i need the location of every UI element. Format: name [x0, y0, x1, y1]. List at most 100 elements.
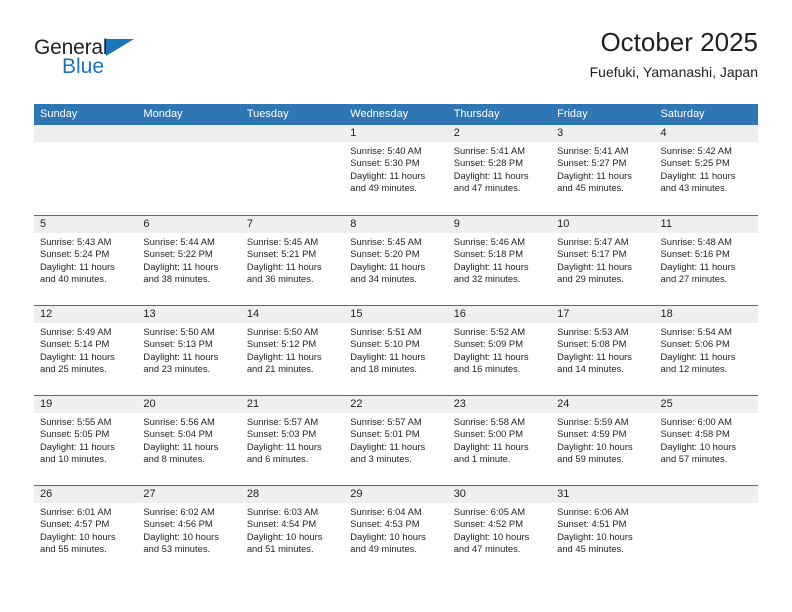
- title-block: October 2025 Fuefuki, Yamanashi, Japan: [590, 26, 758, 82]
- sunset-time: Sunset: 5:27 PM: [557, 157, 627, 169]
- day-details: Sunrise: 5:55 AM Sunset: 5:05 PM Daylight:…: [34, 413, 137, 466]
- calendar-day-cell[interactable]: 6 Sunrise: 5:44 AM Sunset: 5:22 PM Daylight…: [137, 216, 241, 305]
- day-details: Sunrise: 5:53 AM Sunset: 5:08 PM Daylight:…: [551, 323, 654, 376]
- daylight-duration-line1: Daylight: 10 hours: [143, 530, 219, 542]
- sunrise-time: Sunrise: 5:48 AM: [660, 236, 732, 247]
- day-details: Sunrise: 5:43 AM Sunset: 5:24 PM Daylight:…: [34, 233, 137, 286]
- day-number: 4: [654, 125, 758, 142]
- day-details: Sunrise: 5:41 AM Sunset: 5:27 PM Daylight:…: [551, 142, 654, 195]
- day-details: Sunrise: 6:00 AM Sunset: 4:58 PM Daylight:…: [655, 413, 758, 466]
- day-number: 23: [447, 396, 552, 413]
- sunrise-time: Sunrise: 5:50 AM: [143, 326, 215, 337]
- general-blue-logo[interactable]: General Blue: [34, 36, 154, 82]
- sunrise-time: Sunrise: 5:52 AM: [453, 326, 526, 337]
- daylight-duration-line1: Daylight: 11 hours: [660, 350, 736, 362]
- calendar-day-cell[interactable]: 7 Sunrise: 5:45 AM Sunset: 5:21 PM Daylight…: [240, 216, 345, 305]
- calendar-day-cell-empty: [34, 125, 138, 215]
- calendar-day-cell[interactable]: 1 Sunrise: 5:40 AM Sunset: 5:30 PM Daylight…: [344, 125, 448, 215]
- daylight-duration-line2: and 38 minutes.: [143, 273, 211, 285]
- daylight-duration-line2: and 18 minutes.: [350, 363, 417, 375]
- calendar-day-cell[interactable]: 9 Sunrise: 5:46 AM Sunset: 5:18 PM Daylight…: [447, 216, 552, 305]
- day-details: Sunrise: 5:50 AM Sunset: 5:12 PM Daylight:…: [241, 323, 344, 376]
- calendar-day-cell[interactable]: 3 Sunrise: 5:41 AM Sunset: 5:27 PM Daylight…: [551, 125, 655, 215]
- day-details: Sunrise: 5:48 AM Sunset: 5:16 PM Daylight:…: [655, 233, 758, 286]
- day-number: [34, 125, 138, 142]
- sunset-time: Sunset: 4:57 PM: [40, 518, 110, 530]
- daylight-duration-line1: Daylight: 10 hours: [557, 530, 633, 542]
- calendar-day-cell[interactable]: 13 Sunrise: 5:50 AM Sunset: 5:13 PM Dayligh…: [137, 306, 241, 395]
- calendar-day-cell[interactable]: 4 Sunrise: 5:42 AM Sunset: 5:25 PM Daylight…: [654, 125, 758, 215]
- calendar-day-cell[interactable]: 28 Sunrise: 6:03 AM Sunset: 4:54 PM Dayligh…: [240, 486, 345, 575]
- day-number: 14: [240, 306, 345, 323]
- calendar-day-cell[interactable]: 27 Sunrise: 6:02 AM Sunset: 4:56 PM Dayligh…: [137, 486, 241, 575]
- sunrise-time: Sunrise: 5:53 AM: [557, 326, 629, 337]
- sunset-time: Sunset: 5:05 PM: [40, 428, 110, 440]
- calendar-day-cell[interactable]: 10 Sunrise: 5:47 AM Sunset: 5:17 PM Dayligh…: [551, 216, 655, 305]
- calendar-day-cell[interactable]: 8 Sunrise: 5:45 AM Sunset: 5:20 PM Daylight…: [344, 216, 448, 305]
- calendar-day-cell[interactable]: 15 Sunrise: 5:51 AM Sunset: 5:10 PM Dayligh…: [344, 306, 448, 395]
- day-details: Sunrise: 6:05 AM Sunset: 4:52 PM Daylight:…: [448, 503, 551, 556]
- sunrise-time: Sunrise: 5:41 AM: [557, 145, 629, 156]
- day-number: 16: [447, 306, 552, 323]
- daylight-duration-line2: and 34 minutes.: [350, 273, 417, 285]
- sunrise-time: Sunrise: 5:40 AM: [350, 145, 422, 156]
- daylight-duration-line1: Daylight: 11 hours: [246, 260, 322, 272]
- calendar-day-cell[interactable]: 24 Sunrise: 5:59 AM Sunset: 4:59 PM Dayligh…: [551, 396, 655, 485]
- sunset-time: Sunset: 5:13 PM: [143, 338, 213, 350]
- calendar-day-cell[interactable]: 30 Sunrise: 6:05 AM Sunset: 4:52 PM Dayligh…: [447, 486, 552, 575]
- daylight-duration-line2: and 47 minutes.: [453, 182, 521, 194]
- calendar-day-cell[interactable]: 14 Sunrise: 5:50 AM Sunset: 5:12 PM Dayligh…: [240, 306, 345, 395]
- day-number: 20: [137, 396, 241, 413]
- calendar-day-cell[interactable]: 17 Sunrise: 5:53 AM Sunset: 5:08 PM Dayligh…: [551, 306, 655, 395]
- calendar-day-cell[interactable]: 12 Sunrise: 5:49 AM Sunset: 5:14 PM Dayligh…: [34, 306, 138, 395]
- sunset-time: Sunset: 5:09 PM: [453, 338, 523, 350]
- day-details: Sunrise: 5:58 AM Sunset: 5:00 PM Daylight:…: [448, 413, 551, 466]
- day-details: Sunrise: 5:57 AM Sunset: 5:01 PM Daylight:…: [344, 413, 447, 466]
- weekday-header-sunday: Sunday: [40, 108, 78, 120]
- daylight-duration-line2: and 29 minutes.: [557, 273, 624, 285]
- page-title: October 2025: [600, 27, 758, 57]
- sunrise-time: Sunrise: 5:49 AM: [40, 326, 112, 337]
- calendar-week-row: 12 Sunrise: 5:49 AM Sunset: 5:14 PM Dayligh…: [34, 305, 758, 395]
- calendar-day-cell[interactable]: 25 Sunrise: 6:00 AM Sunset: 4:58 PM Dayligh…: [654, 396, 758, 485]
- daylight-duration-line2: and 47 minutes.: [453, 543, 521, 555]
- daylight-duration-line1: Daylight: 11 hours: [40, 440, 115, 452]
- sunset-time: Sunset: 4:59 PM: [557, 428, 627, 440]
- daylight-duration-line1: Daylight: 11 hours: [660, 169, 736, 181]
- sunset-time: Sunset: 5:28 PM: [453, 157, 523, 169]
- calendar-day-cell[interactable]: 19 Sunrise: 5:55 AM Sunset: 5:05 PM Dayligh…: [34, 396, 138, 485]
- calendar-day-cell[interactable]: 20 Sunrise: 5:56 AM Sunset: 5:04 PM Dayligh…: [137, 396, 241, 485]
- calendar-day-cell[interactable]: 5 Sunrise: 5:43 AM Sunset: 5:24 PM Daylight…: [34, 216, 138, 305]
- daylight-duration-line2: and 40 minutes.: [40, 273, 107, 285]
- daylight-duration-line2: and 27 minutes.: [660, 273, 728, 285]
- daylight-duration-line2: and 59 minutes.: [557, 453, 624, 465]
- calendar-day-cell[interactable]: 26 Sunrise: 6:01 AM Sunset: 4:57 PM Dayligh…: [34, 486, 138, 575]
- calendar-day-cell[interactable]: 21 Sunrise: 5:57 AM Sunset: 5:03 PM Dayligh…: [240, 396, 345, 485]
- calendar-day-cell[interactable]: 2 Sunrise: 5:41 AM Sunset: 5:28 PM Daylight…: [447, 125, 552, 215]
- day-details: Sunrise: 5:45 AM Sunset: 5:20 PM Daylight:…: [344, 233, 447, 286]
- daylight-duration-line1: Daylight: 10 hours: [246, 530, 323, 542]
- sunset-time: Sunset: 5:04 PM: [143, 428, 213, 440]
- calendar-day-cell[interactable]: 11 Sunrise: 5:48 AM Sunset: 5:16 PM Dayligh…: [654, 216, 758, 305]
- sunset-time: Sunset: 4:58 PM: [660, 428, 730, 440]
- day-number: 7: [240, 216, 345, 233]
- calendar-day-cell[interactable]: 16 Sunrise: 5:52 AM Sunset: 5:09 PM Dayligh…: [447, 306, 552, 395]
- calendar-page: General Blue October 2025 Fuefuki, Yaman…: [0, 0, 792, 612]
- calendar-day-cell[interactable]: 31 Sunrise: 6:06 AM Sunset: 4:51 PM Dayligh…: [551, 486, 655, 575]
- day-number: 10: [551, 216, 655, 233]
- day-number: 29: [344, 486, 448, 503]
- daylight-duration-line1: Daylight: 11 hours: [350, 350, 426, 362]
- calendar-day-cell[interactable]: 23 Sunrise: 5:58 AM Sunset: 5:00 PM Dayligh…: [447, 396, 552, 485]
- sunset-time: Sunset: 5:01 PM: [350, 428, 420, 440]
- day-number: 21: [240, 396, 345, 413]
- calendar-day-cell[interactable]: 18 Sunrise: 5:54 AM Sunset: 5:06 PM Dayligh…: [654, 306, 758, 395]
- calendar-day-cell[interactable]: 29 Sunrise: 6:04 AM Sunset: 4:53 PM Dayligh…: [344, 486, 448, 575]
- day-number: 9: [447, 216, 552, 233]
- daylight-duration-line1: Daylight: 11 hours: [350, 260, 426, 272]
- daylight-duration-line2: and 10 minutes.: [40, 453, 107, 465]
- day-number: 1: [344, 125, 448, 142]
- daylight-duration-line2: and 21 minutes.: [246, 363, 314, 375]
- calendar-day-cell[interactable]: 22 Sunrise: 5:57 AM Sunset: 5:01 PM Dayligh…: [344, 396, 448, 485]
- day-number: 19: [34, 396, 138, 413]
- daylight-duration-line1: Daylight: 11 hours: [557, 350, 632, 362]
